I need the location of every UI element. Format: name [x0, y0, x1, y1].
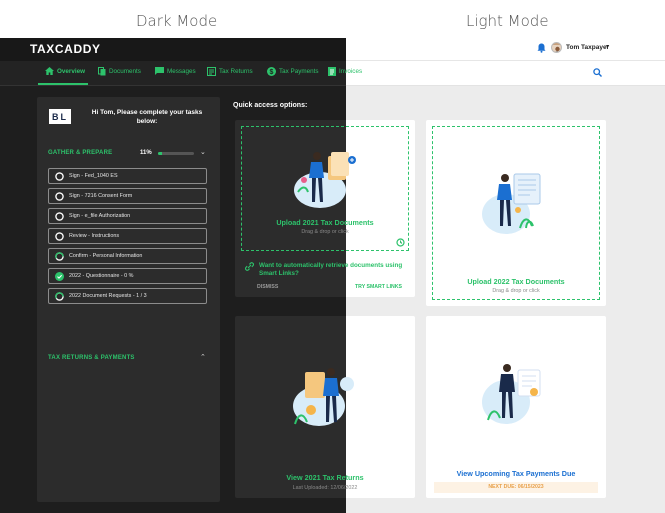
tab-label: Tax Returns: [219, 68, 253, 75]
dismiss-button[interactable]: DISMISS: [257, 284, 278, 290]
task-item[interactable]: 2022 - Questionnaire - 0 %: [48, 268, 207, 284]
documents-icon: [98, 67, 106, 76]
task-item[interactable]: Sign - 7216 Consent Form: [48, 188, 207, 204]
task-item[interactable]: Review - Instructions: [48, 228, 207, 244]
check-circle-icon: [55, 271, 64, 281]
tab-label: Documents: [109, 68, 141, 75]
taxcaddy-logo[interactable]: TAXCADDY: [30, 42, 101, 56]
progress-percent: 11%: [140, 150, 152, 156]
home-icon: [45, 67, 54, 75]
next-due-badge: NEXT DUE: 06/15/2023: [434, 482, 598, 493]
task-label: Sign - 7216 Consent Form: [69, 193, 133, 199]
gather-prepare-header[interactable]: GATHER & PREPARE: [48, 150, 112, 156]
tab-tax-returns[interactable]: Tax Returns: [207, 67, 253, 76]
task-item[interactable]: Sign - Fed_1040 ES: [48, 168, 207, 184]
quick-access-title: Quick access options:: [233, 102, 308, 109]
tax-payments-illustration: [482, 364, 541, 424]
message-icon: [155, 67, 164, 75]
dark-mode-caption: Dark Mode: [136, 12, 218, 30]
task-item[interactable]: Sign - e_file Authorization: [48, 208, 207, 224]
empty-circle-icon: [55, 191, 64, 201]
tax-return-icon: [207, 67, 216, 76]
task-label: Confirm - Personal Information: [69, 253, 143, 259]
tax-returns-illustration: [293, 368, 354, 426]
tab-tax-payments[interactable]: $ Tax Payments: [267, 67, 319, 76]
tab-messages[interactable]: Messages: [155, 67, 196, 75]
chevron-up-icon[interactable]: ⌃: [200, 353, 206, 361]
tab-label: Invoices: [339, 68, 363, 75]
invoice-icon: [328, 67, 336, 76]
upload-2021-subtitle: Drag & drop or click: [301, 229, 349, 235]
empty-circle-icon: [55, 231, 64, 241]
upload-2021-title[interactable]: Upload 2021 Tax Documents: [235, 218, 415, 227]
tab-documents[interactable]: Documents: [98, 67, 141, 76]
history-icon[interactable]: [396, 238, 405, 247]
active-tab-indicator: [38, 83, 88, 85]
svg-text:$: $: [270, 69, 274, 76]
tax-payments-title[interactable]: View Upcoming Tax Payments Due: [426, 469, 606, 478]
bell-icon[interactable]: [537, 43, 546, 53]
comparison-stage: Dark Mode Light Mode TAXCADDY Tom Taxpay…: [0, 0, 665, 513]
tax-payments-card[interactable]: View Upcoming Tax Payments Due NEXT DUE:…: [426, 316, 606, 498]
main-nav: Overview Documents Messages Tax Returns …: [0, 61, 665, 86]
task-label: Sign - Fed_1040 ES: [69, 173, 118, 179]
progress-fill: [158, 152, 162, 155]
view-returns-subtitle: Last Uploaded: 12/06/2022: [292, 485, 358, 491]
upload-2022-title[interactable]: Upload 2022 Tax Documents: [426, 277, 606, 286]
firm-logo: BL: [49, 109, 71, 124]
tasks-panel: BL Hi Tom, Please complete your tasks be…: [37, 97, 220, 502]
search-icon[interactable]: [593, 68, 602, 77]
view-returns-card[interactable]: View 2021 Tax Returns Last Uploaded: 12/…: [235, 316, 415, 498]
task-label: 2022 - Questionnaire - 0 %: [69, 273, 134, 279]
task-item[interactable]: 2022 Document Requests - 1 / 3: [48, 288, 207, 304]
tab-invoices[interactable]: Invoices: [328, 67, 362, 76]
link-icon: [245, 262, 254, 271]
try-smart-links-button[interactable]: TRY SMART LINKS: [355, 284, 402, 290]
tax-returns-payments-header[interactable]: TAX RETURNS & PAYMENTS: [48, 355, 135, 361]
task-item[interactable]: Confirm - Personal Information: [48, 248, 207, 264]
user-name[interactable]: Tom Taxpayer: [566, 44, 609, 51]
top-bar: TAXCADDY Tom Taxpayer ▾: [0, 38, 665, 61]
task-label: Review - Instructions: [69, 233, 120, 239]
upload-illustration: [294, 152, 356, 208]
tab-overview[interactable]: Overview: [45, 67, 85, 75]
task-label: Sign - e_file Authorization: [69, 213, 131, 219]
empty-circle-icon: [55, 211, 64, 221]
chevron-down-icon[interactable]: ⌄: [200, 148, 206, 156]
upload-illustration: [482, 173, 541, 234]
upload-2022-card: Upload 2022 Tax Documents Drag & drop or…: [426, 120, 606, 306]
tab-label: Messages: [167, 67, 196, 75]
upload-2021-card: Upload 2021 Tax Documents Drag & drop or…: [235, 120, 415, 297]
tab-label: Overview: [57, 67, 86, 75]
greeting-text: Hi Tom, Please complete your tasks below…: [91, 109, 203, 125]
upload-2022-subtitle: Drag & drop or click: [492, 288, 540, 294]
light-mode-caption: Light Mode: [466, 12, 549, 30]
dollar-icon: $: [267, 67, 276, 76]
progress-bar: [158, 152, 194, 155]
empty-circle-icon: [55, 171, 64, 181]
partial-progress-icon: [55, 251, 64, 261]
task-label: 2022 Document Requests - 1 / 3: [69, 293, 147, 299]
app-window: TAXCADDY Tom Taxpayer ▾ Overview Documen…: [0, 38, 665, 513]
tab-label: Tax Payments: [279, 68, 319, 75]
avatar[interactable]: [551, 42, 562, 53]
chevron-down-icon[interactable]: ▾: [606, 43, 609, 50]
smart-links-prompt: Want to automatically retrieve documents…: [259, 262, 403, 277]
view-returns-title[interactable]: View 2021 Tax Returns: [235, 473, 415, 482]
partial-progress-icon: [55, 291, 64, 301]
